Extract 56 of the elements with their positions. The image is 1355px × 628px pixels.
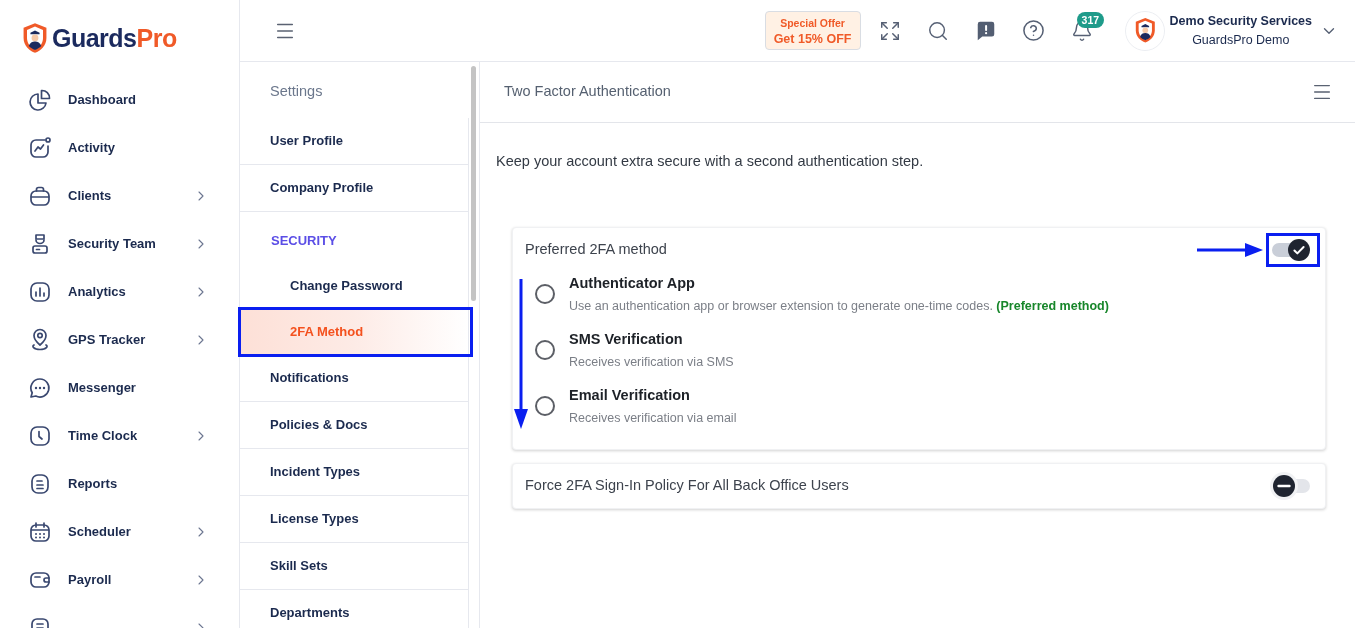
- option-title: Email Verification: [569, 386, 691, 405]
- chat-bubble-icon: [28, 376, 52, 400]
- section-heading: SECURITY: [271, 231, 337, 250]
- page-title: Two Factor Authentication: [504, 82, 671, 102]
- nav-item[interactable]: Analytics: [0, 268, 239, 316]
- expand-icon[interactable]: [878, 19, 901, 42]
- nav-item[interactable]: Payroll: [0, 556, 239, 604]
- option-description: Use an authentication app or browser extension to generate one-time codes. (Preferred method): [569, 298, 1109, 315]
- scrollbar-thumb[interactable]: [471, 66, 477, 301]
- document-icon: [28, 472, 52, 496]
- annotation-arrow: [1197, 243, 1263, 257]
- nav-item[interactable]: Reports: [0, 460, 239, 508]
- nav-item[interactable]: Time Clock: [0, 412, 239, 460]
- settings-menu-item[interactable]: Notifications: [240, 355, 469, 402]
- radio-button[interactable]: [535, 340, 555, 360]
- bar-chart-icon: [28, 280, 52, 304]
- clock-icon: [28, 424, 52, 448]
- settings-menu-item[interactable]: Policies & Docs: [240, 402, 469, 449]
- search-icon[interactable]: [926, 19, 949, 42]
- calendar-icon: [28, 520, 52, 544]
- card-title: Force 2FA Sign-In Policy For All Back Office Users: [525, 476, 849, 496]
- settings-menu-item[interactable]: Departments: [240, 590, 469, 628]
- radio-button[interactable]: [535, 396, 555, 416]
- card-title: Preferred 2FA method: [525, 240, 667, 260]
- option-description: Receives verification via email: [569, 410, 737, 427]
- shield-logo-icon: [22, 22, 48, 54]
- intro-text: Keep your account extra secure with a second authentication step.: [496, 152, 925, 171]
- settings-menu-item[interactable]: Incident Types: [240, 449, 469, 496]
- settings-title: Settings: [270, 82, 323, 102]
- minus-icon: [1270, 472, 1298, 500]
- chart-line-icon: [28, 136, 52, 160]
- nav-item[interactable]: Clients: [0, 172, 239, 220]
- account-organization: GuardsPro Demo: [1192, 31, 1290, 49]
- notification-badge: 317: [1076, 11, 1105, 28]
- check-icon: [1288, 239, 1310, 261]
- settings-menu-item[interactable]: Company Profile: [240, 165, 469, 212]
- settings-menu-item[interactable]: Change Password: [240, 263, 469, 309]
- account-name: Demo Security Services: [1169, 12, 1312, 30]
- radio-button[interactable]: [535, 284, 555, 304]
- shield-avatar-icon[interactable]: [1124, 10, 1165, 51]
- option-title: SMS Verification: [569, 330, 684, 349]
- help-icon[interactable]: [1022, 19, 1046, 42]
- settings-menu-item[interactable]: Skill Sets: [240, 543, 469, 590]
- briefcase-icon: [28, 184, 52, 208]
- nav-item[interactable]: GPS Tracker: [0, 316, 239, 364]
- nav-item[interactable]: Security Team: [0, 220, 239, 268]
- nav-item[interactable]: Activity: [0, 124, 239, 172]
- nav-item[interactable]: Dashboard: [0, 76, 239, 124]
- nav-item[interactable]: Scheduler: [0, 508, 239, 556]
- option-title: Authenticator App: [569, 274, 696, 293]
- settings-menu-item[interactable]: User Profile: [240, 118, 469, 165]
- pie-chart-icon: [28, 88, 52, 112]
- logo-wordmark: GuardsPro: [52, 25, 177, 51]
- option-description: Receives verification via SMS: [569, 354, 734, 371]
- settings-menu-item[interactable]: License Types: [240, 496, 469, 543]
- nav-item[interactable]: Messenger: [0, 364, 239, 412]
